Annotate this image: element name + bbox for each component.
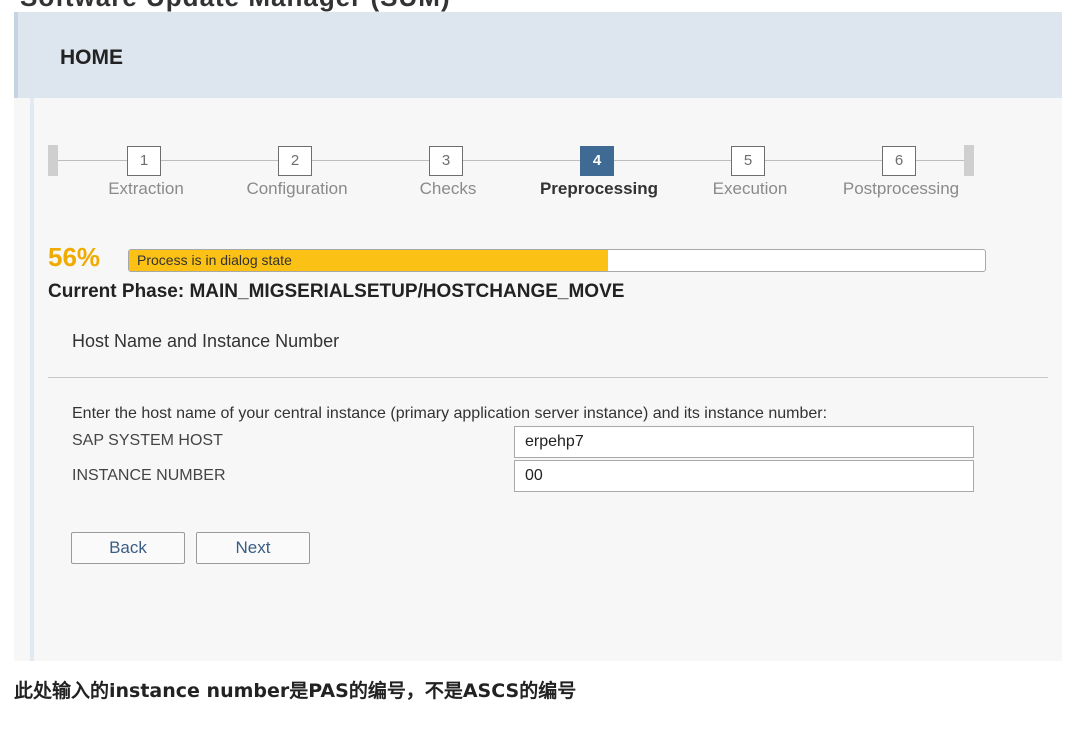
step-number: 4 [580,146,614,176]
step-number: 1 [127,146,161,176]
instance-number-label: INSTANCE NUMBER [72,467,226,484]
sap-system-host-input[interactable] [514,426,974,458]
step-number: 2 [278,146,312,176]
next-button[interactable]: Next [196,532,310,564]
step-postprocessing[interactable]: 6 Postprocessing [826,146,976,206]
instruction-text: Enter the host name of your central inst… [72,405,828,422]
progress-bar: Process is in dialog state [128,249,986,272]
step-configuration[interactable]: 2 Configuration [222,146,372,206]
progress-status-text: Process is in dialog state [137,252,292,268]
step-number: 3 [429,146,463,176]
step-preprocessing[interactable]: 4 Preprocessing [524,146,674,206]
stepper-start-cap [48,145,58,176]
step-number: 5 [731,146,765,176]
section-divider [48,377,1048,378]
page-title: HOME [60,46,123,69]
instance-number-input[interactable] [514,460,974,492]
step-label: Checks [419,179,477,198]
window-top-strip: Software Update Manager (SUM) [14,0,1062,12]
step-label: Postprocessing [842,179,960,198]
step-label: Configuration [246,179,348,198]
current-phase: Current Phase: MAIN_MIGSERIALSETUP/HOSTC… [48,281,625,302]
annotation-caption: 此处输入的instance number是PAS的编号，不是ASCS的编号 [14,680,577,702]
sap-system-host-label: SAP SYSTEM HOST [72,432,223,449]
clipped-app-title: Software Update Manager (SUM) [20,0,451,12]
step-extraction[interactable]: 1 Extraction [71,146,221,206]
step-execution[interactable]: 5 Execution [675,146,825,206]
back-button[interactable]: Back [71,532,185,564]
page-header [14,12,1062,98]
step-label: Preprocessing [539,179,659,198]
progress-percent: 56% [48,242,101,272]
step-checks[interactable]: 3 Checks [373,146,523,206]
step-label: Extraction [108,179,184,198]
step-number: 6 [882,146,916,176]
section-title: Host Name and Instance Number [72,331,340,351]
step-label: Execution [712,179,788,198]
